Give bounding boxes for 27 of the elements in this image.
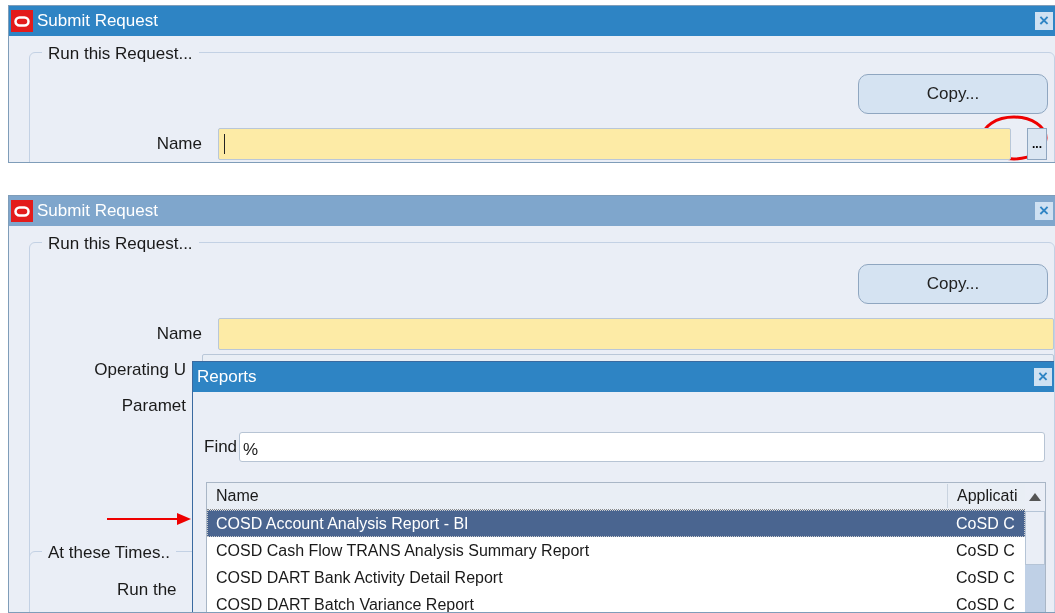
column-header[interactable]: Name: [207, 484, 947, 508]
input-field[interactable]: [218, 128, 1011, 160]
find-field[interactable]: %: [239, 432, 1046, 462]
field-label: Name: [155, 133, 202, 156]
list-of-values-button[interactable]: ...: [1027, 128, 1047, 160]
copy-button[interactable]: Copy...: [858, 264, 1048, 304]
oracle-logo-icon: [11, 10, 33, 32]
copy-button[interactable]: Copy...: [858, 74, 1048, 114]
window-title: Submit Request: [37, 200, 158, 223]
text-cursor-icon: [224, 134, 225, 154]
scroll-up-icon[interactable]: [1025, 483, 1045, 511]
oracle-logo-icon: [11, 200, 33, 222]
list-row[interactable]: COSD Account Analysis Report - BI CoSD C: [207, 510, 1025, 537]
field-label: Name: [155, 323, 202, 346]
input-field[interactable]: [218, 318, 1054, 350]
dialog-title: Reports: [197, 366, 257, 389]
list-row[interactable]: COSD Cash Flow TRANS Analysis Summary Report CoSD C: [207, 537, 1025, 564]
find-label: Find: [204, 436, 238, 459]
window-title: Submit Request: [37, 10, 158, 33]
field-label: Run the: [117, 579, 177, 601]
find-value: %: [243, 440, 259, 459]
field-label: Operating U: [93, 359, 186, 382]
list-row[interactable]: COSD DART Bank Activity Detail Report CoSD C: [207, 564, 1025, 591]
list-row[interactable]: COSD DART Batch Variance Report CoSD C: [207, 591, 1025, 612]
scrollbar[interactable]: [1025, 483, 1045, 612]
scroll-thumb[interactable]: [1025, 511, 1045, 565]
field-label: Paramet: [120, 395, 186, 418]
